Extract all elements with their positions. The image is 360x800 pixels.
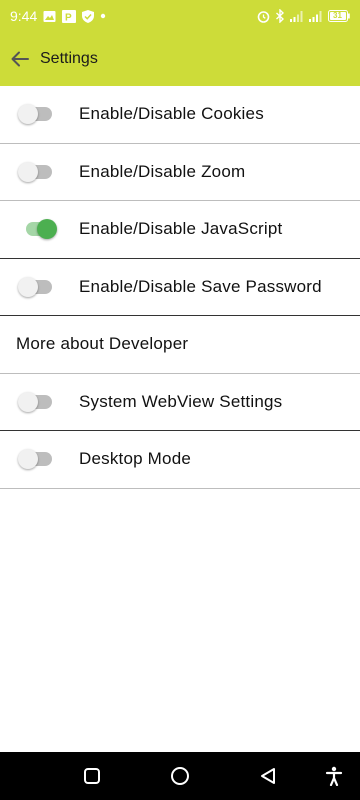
setting-label: System WebView Settings <box>79 391 283 411</box>
javascript-toggle[interactable] <box>18 219 57 240</box>
setting-row-cookies[interactable]: Enable/Disable Cookies <box>0 86 360 144</box>
status-time: 9:44 <box>10 8 38 24</box>
setting-label: Enable/Disable Cookies <box>79 104 264 124</box>
back-button[interactable] <box>0 32 40 86</box>
webview-toggle[interactable] <box>18 391 54 412</box>
back-arrow-icon <box>11 51 29 67</box>
svg-text:P: P <box>65 12 72 23</box>
parking-app-icon: P <box>62 9 77 23</box>
nav-back-button[interactable] <box>256 764 280 788</box>
image-icon <box>43 10 56 23</box>
developer-link[interactable]: More about Developer <box>16 334 188 354</box>
back-icon <box>261 768 275 784</box>
accessibility-button[interactable] <box>322 764 346 788</box>
home-button[interactable] <box>168 764 192 788</box>
setting-label: Desktop Mode <box>79 449 192 469</box>
desktop-mode-toggle[interactable] <box>18 449 54 470</box>
setting-row-developer[interactable]: More about Developer <box>0 316 360 374</box>
app-bar: Settings <box>0 32 360 86</box>
setting-label: Enable/Disable Zoom <box>79 161 246 181</box>
setting-row-save-password[interactable]: Enable/Disable Save Password <box>0 259 360 316</box>
status-bar: 9:44 P 31 <box>0 0 360 32</box>
battery-icon: 31 <box>328 10 350 22</box>
alarm-icon <box>257 10 270 23</box>
recents-icon <box>84 768 100 784</box>
setting-label: Enable/Disable Save Password <box>79 276 322 296</box>
setting-row-javascript[interactable]: Enable/Disable JavaScript <box>0 201 360 259</box>
dot-icon <box>100 13 106 19</box>
setting-row-desktop-mode[interactable]: Desktop Mode <box>0 431 360 489</box>
screen: 9:44 P 31 Settings Enable/Disable Cookie… <box>0 0 360 800</box>
cookies-toggle[interactable] <box>18 104 54 125</box>
accessibility-icon <box>325 766 343 786</box>
bluetooth-icon <box>275 9 285 23</box>
save-password-toggle[interactable] <box>18 276 54 297</box>
page-title: Settings <box>40 50 98 67</box>
home-icon <box>171 767 189 785</box>
recents-button[interactable] <box>80 764 104 788</box>
setting-row-zoom[interactable]: Enable/Disable Zoom <box>0 144 360 201</box>
setting-row-webview[interactable]: System WebView Settings <box>0 374 360 431</box>
navigation-bar <box>0 752 360 800</box>
settings-list: Enable/Disable Cookies Enable/Disable Zo… <box>0 86 360 489</box>
battery-level: 31 <box>333 11 342 20</box>
shield-icon <box>82 9 95 23</box>
signal-icon <box>309 10 323 22</box>
zoom-toggle[interactable] <box>18 161 54 182</box>
setting-label: Enable/Disable JavaScript <box>79 219 283 239</box>
signal-icon <box>290 10 304 22</box>
